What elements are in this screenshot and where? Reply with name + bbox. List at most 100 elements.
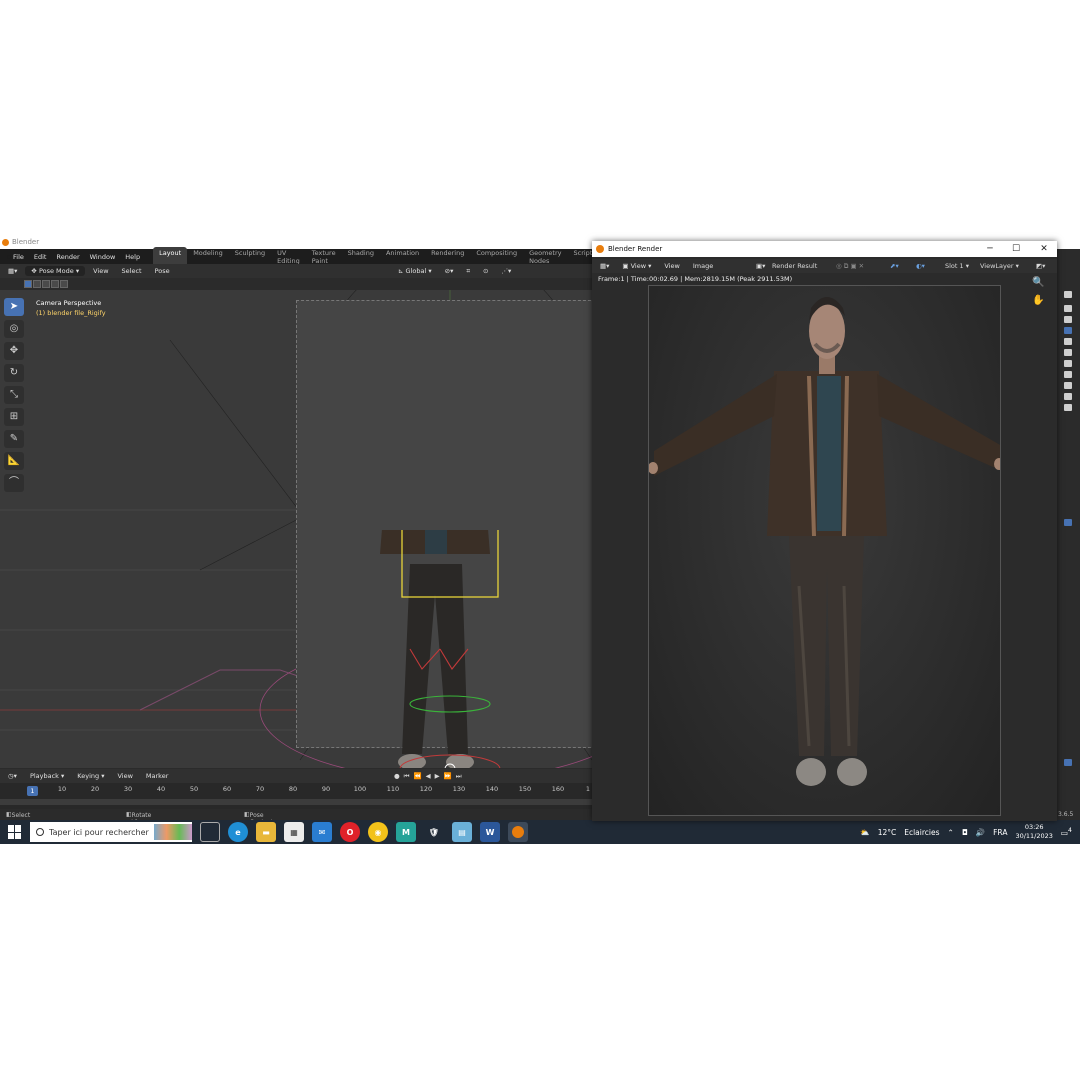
minimize-icon[interactable]: ─ [978,241,1002,257]
histogram-icon[interactable]: ⬈▾ [890,262,899,270]
menu-help[interactable]: Help [120,253,145,261]
display-channels-icon[interactable]: ◩▾ [1036,262,1045,270]
image-browse-icon[interactable]: ▣▾ [751,261,770,271]
network-icon[interactable]: ◘ [962,828,968,837]
rotate-tool-icon[interactable]: ↻ [4,364,24,382]
clock-icon[interactable]: ◷▾ [3,771,22,781]
select-subtract-icon[interactable] [42,280,50,288]
prev-key-icon[interactable]: ⏪ [414,772,422,780]
select-invert-icon[interactable] [51,280,59,288]
camera-visibility-icon[interactable] [1064,382,1072,389]
store-icon[interactable]: ▦ [284,822,304,842]
cursor-tool-icon[interactable]: ◎ [4,320,24,338]
slot-dropdown[interactable]: Slot 1 ▾ [945,262,969,270]
camera-visibility-icon[interactable] [1064,371,1072,378]
camera-visibility-icon[interactable] [1064,291,1072,298]
security-shield-icon[interactable]: 🛡 [424,822,444,842]
jump-end-icon[interactable]: ⏭ [456,772,462,781]
jump-start-icon[interactable]: ⏮ [404,772,410,781]
taskbar-search-box[interactable]: Taper ici pour rechercher [30,822,192,842]
render-result-image[interactable] [648,285,1001,816]
timeline-track[interactable] [0,799,592,805]
menu-render[interactable]: Render [51,253,84,261]
opera-icon[interactable]: O [340,822,360,842]
chevron-up-icon[interactable]: ⌃ [948,828,954,837]
current-frame-indicator[interactable]: 1 [27,786,38,796]
view-mode-icon[interactable]: ▣ View ▾ [617,261,656,271]
select-extend-icon[interactable] [33,280,41,288]
properties-tab-icon[interactable] [1064,759,1072,766]
menu-select[interactable]: Select [117,266,147,276]
camera-visibility-icon[interactable] [1064,316,1072,323]
record-icon[interactable]: ● [394,772,400,780]
timeline[interactable]: 10 20 30 40 50 60 70 80 90 100 110 120 1… [0,783,592,809]
editor-type-icon[interactable]: ▦▾ [595,261,614,271]
menu-timeline-view[interactable]: View [112,771,137,781]
pan-hand-icon[interactable]: ✋ [1032,295,1044,306]
maximize-icon[interactable]: ☐ [1004,241,1028,257]
edge-icon[interactable]: e [228,822,248,842]
overlay-icon[interactable]: ◐▾ [916,262,925,270]
notification-icon[interactable]: ▭4 [1061,827,1072,838]
options-icon[interactable]: ⋰▾ [496,266,516,276]
weather-temp[interactable]: 12°C [878,828,897,837]
camera-visibility-icon[interactable] [1064,327,1072,334]
close-icon[interactable]: ✕ [1032,241,1056,257]
bone-tool-icon[interactable]: ⌒ [4,474,24,492]
camera-visibility-icon[interactable] [1064,393,1072,400]
image-name-field[interactable]: Render Result [772,262,817,270]
camera-visibility-icon[interactable] [1064,404,1072,411]
notes-app-icon[interactable]: ▤ [452,822,472,842]
measure-tool-icon[interactable]: 📐 [4,452,24,470]
menu-image[interactable]: Image [688,261,718,271]
menu-keying[interactable]: Keying ▾ [72,771,109,781]
word-icon[interactable]: W [480,822,500,842]
move-tool-icon[interactable]: ✥ [4,342,24,360]
menu-marker[interactable]: Marker [141,771,173,781]
weather-icon[interactable]: ⛅ [860,828,869,837]
3d-viewport[interactable]: Camera Perspective (1) blender file_Rigi… [0,290,592,768]
camera-visibility-icon[interactable] [1064,338,1072,345]
view-layer-dropdown[interactable]: ViewLayer ▾ [980,262,1019,270]
camera-visibility-icon[interactable] [1064,360,1072,367]
editor-type-icon[interactable]: ▦▾ [3,266,22,276]
play-reverse-icon[interactable]: ◀ [426,772,431,780]
menu-pose[interactable]: Pose [150,266,175,276]
pivot-point-icon[interactable]: ⊘▾ [440,266,459,276]
annotate-tool-icon[interactable]: ✎ [4,430,24,448]
snap-icon[interactable]: ⌗ [461,266,475,277]
menu-playback[interactable]: Playback ▾ [25,771,69,781]
windows-start-icon[interactable] [8,825,22,839]
menu-edit[interactable]: Edit [29,253,52,261]
properties-tab-icon[interactable] [1064,519,1072,526]
task-view-icon[interactable] [200,822,220,842]
volume-icon[interactable]: 🔊 [976,828,985,837]
select-intersect-icon[interactable] [60,280,68,288]
weather-desc[interactable]: Eclaircies [904,828,939,837]
menu-rw-view[interactable]: View [659,261,684,271]
camera-visibility-icon[interactable] [1064,349,1072,356]
play-icon[interactable]: ▶ [435,772,440,780]
image-slot-icons[interactable]: ◎ ⧉ ▣ ✕ [836,262,864,271]
timeline-ruler[interactable]: 10 20 30 40 50 60 70 80 90 100 110 120 1… [0,785,592,797]
chrome-icon[interactable]: ◉ [368,822,388,842]
camera-visibility-icon[interactable] [1064,305,1072,312]
mode-dropdown[interactable]: ✥ Pose Mode ▾ [25,266,86,276]
menu-file[interactable]: File [8,253,29,261]
zoom-icon[interactable]: 🔍 [1032,277,1044,288]
menu-view[interactable]: View [88,266,113,276]
language-indicator[interactable]: FRA [993,828,1007,837]
next-key-icon[interactable]: ⏩ [444,772,452,780]
maya-icon[interactable]: M [396,822,416,842]
mail-icon[interactable]: ✉ [312,822,332,842]
rigged-character[interactable] [240,530,592,768]
select-box-tool-icon[interactable]: ➤ [4,298,24,316]
blender-taskbar-icon[interactable] [508,822,528,842]
scale-tool-icon[interactable]: ⤡ [4,386,24,404]
file-explorer-icon[interactable]: ▬ [256,822,276,842]
transform-tool-icon[interactable]: ⊞ [4,408,24,426]
taskbar-clock[interactable]: 03:26 30/11/2023 [1015,823,1052,841]
proportional-edit-icon[interactable]: ⊙ [478,266,493,276]
select-new-icon[interactable] [24,280,32,288]
transform-orientation-dropdown[interactable]: ⊾ Global ▾ [393,266,437,276]
